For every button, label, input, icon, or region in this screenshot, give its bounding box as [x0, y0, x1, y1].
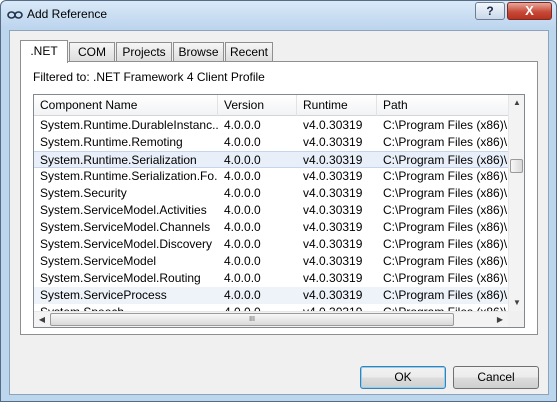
component-list[interactable]: Component Name Version Runtime Path Syst…: [33, 94, 525, 328]
cell-component-name: System.Runtime.Remoting: [40, 135, 183, 149]
table-row[interactable]: System.Runtime.Serialization.Fo... 4.0.0.…: [34, 168, 508, 185]
cell-version: 4.0.0.0: [224, 118, 261, 132]
cell-component-name: System.ServiceProcess: [40, 288, 167, 302]
scroll-right-arrow-icon[interactable]: ▶: [492, 312, 508, 328]
cell-component-name: System.ServiceModel: [40, 254, 157, 268]
column-header-runtime[interactable]: Runtime: [297, 95, 377, 116]
column-header-version[interactable]: Version: [218, 95, 297, 116]
column-header-component-name[interactable]: Component Name: [34, 95, 218, 116]
cell-path: C:\Program Files (x86)\: [383, 169, 507, 183]
cell-path: C:\Program Files (x86)\: [383, 118, 507, 132]
cell-runtime: v4.0.30319: [303, 135, 363, 149]
table-row[interactable]: System.Security 4.0.0.0 v4.0.30319 C:\Progr…: [34, 185, 508, 202]
table-row[interactable]: System.ServiceModel.Discovery 4.0.0.0 v4.0…: [34, 236, 508, 253]
cell-runtime: v4.0.30319: [303, 237, 363, 251]
reference-icon: [7, 11, 23, 19]
vertical-scroll-thumb[interactable]: [510, 159, 523, 173]
cell-path: C:\Program Files (x86)\: [383, 271, 507, 285]
cell-runtime: v4.0.30319: [303, 288, 363, 302]
table-row[interactable]: System.ServiceProcess 4.0.0.0 v4.0.30319 C:…: [34, 287, 508, 304]
title-bar[interactable]: Add Reference ? X: [1, 1, 556, 28]
cell-component-name: System.Security: [40, 186, 127, 200]
cell-version: 4.0.0.0: [224, 271, 261, 285]
cell-runtime: v4.0.30319: [303, 254, 363, 268]
close-button[interactable]: X: [507, 2, 552, 20]
list-rows: System.Runtime.DurableInstanc... 4.0.0.0 v…: [34, 117, 508, 313]
cancel-button[interactable]: Cancel: [453, 366, 539, 389]
table-row[interactable]: System.ServiceModel 4.0.0.0 v4.0.30319 C:\P…: [34, 253, 508, 270]
scrollbar-corner: [508, 311, 524, 327]
tab-panel-dotnet: Filtered to: .NET Framework 4 Client Pro…: [20, 61, 538, 335]
cell-path: C:\Program Files (x86)\: [383, 186, 507, 200]
cell-runtime: v4.0.30319: [303, 118, 363, 132]
cell-version: 4.0.0.0: [224, 237, 261, 251]
table-row[interactable]: System.Runtime.Serialization 4.0.0.0 v4.0.…: [34, 151, 508, 168]
tab-dotnet[interactable]: .NET: [20, 40, 68, 63]
cell-runtime: v4.0.30319: [303, 153, 363, 167]
dialog-client-area: .NET COM Projects Browse Recent Filtered…: [9, 30, 549, 395]
filter-label: Filtered to: .NET Framework 4 Client Pro…: [33, 70, 265, 84]
cell-version: 4.0.0.0: [224, 203, 261, 217]
tab-recent[interactable]: Recent: [225, 42, 273, 61]
cell-version: 4.0.0.0: [224, 135, 261, 149]
cell-path: C:\Program Files (x86)\: [383, 135, 507, 149]
scroll-down-arrow-icon[interactable]: ▼: [509, 295, 525, 311]
horizontal-scroll-thumb[interactable]: III: [50, 313, 454, 326]
help-button[interactable]: ?: [475, 2, 505, 20]
cell-version: 4.0.0.0: [224, 169, 261, 183]
cell-path: C:\Program Files (x86)\: [383, 254, 507, 268]
scroll-up-arrow-icon[interactable]: ▲: [509, 95, 525, 111]
cell-component-name: System.ServiceModel.Channels: [40, 220, 211, 234]
cell-version: 4.0.0.0: [224, 254, 261, 268]
cell-version: 4.0.0.0: [224, 220, 261, 234]
cell-version: 4.0.0.0: [224, 186, 261, 200]
scroll-left-arrow-icon[interactable]: ◀: [34, 312, 50, 328]
window-title: Add Reference: [27, 7, 108, 21]
cell-path: C:\Program Files (x86)\: [383, 153, 507, 167]
vertical-scrollbar[interactable]: ▲ ▼: [508, 95, 524, 311]
cell-runtime: v4.0.30319: [303, 271, 363, 285]
cell-component-name: System.ServiceModel.Activities: [40, 203, 207, 217]
cell-runtime: v4.0.30319: [303, 203, 363, 217]
table-row[interactable]: System.Runtime.DurableInstanc... 4.0.0.0 v…: [34, 117, 508, 134]
cell-path: C:\Program Files (x86)\: [383, 220, 507, 234]
table-row[interactable]: System.ServiceModel.Routing 4.0.0.0 v4.0.3…: [34, 270, 508, 287]
cell-component-name: System.Runtime.Serialization: [40, 153, 197, 167]
table-row[interactable]: System.ServiceModel.Activities 4.0.0.0 v4.…: [34, 202, 508, 219]
cell-path: C:\Program Files (x86)\: [383, 237, 507, 251]
cell-path: C:\Program Files (x86)\: [383, 288, 507, 302]
cell-runtime: v4.0.30319: [303, 186, 363, 200]
cell-runtime: v4.0.30319: [303, 220, 363, 234]
cell-version: 4.0.0.0: [224, 288, 261, 302]
tab-com[interactable]: COM: [69, 42, 115, 61]
horizontal-scrollbar[interactable]: ◀ III ▶: [34, 311, 508, 327]
cell-component-name: System.ServiceModel.Routing: [40, 271, 201, 285]
ok-button[interactable]: OK: [360, 366, 446, 389]
column-header-path[interactable]: Path: [377, 95, 508, 116]
table-row[interactable]: System.Runtime.Remoting 4.0.0.0 v4.0.30319…: [34, 134, 508, 151]
add-reference-dialog: Add Reference ? X .NET COM Projects Brow…: [0, 0, 557, 402]
cell-component-name: System.Runtime.Serialization.Fo...: [40, 169, 218, 183]
cell-runtime: v4.0.30319: [303, 169, 363, 183]
cell-path: C:\Program Files (x86)\: [383, 203, 507, 217]
cell-version: 4.0.0.0: [224, 153, 261, 167]
cell-component-name: System.Runtime.DurableInstanc...: [40, 118, 218, 132]
table-row[interactable]: System.ServiceModel.Channels 4.0.0.0 v4.0.…: [34, 219, 508, 236]
tab-projects[interactable]: Projects: [116, 42, 172, 61]
list-header: Component Name Version Runtime Path: [34, 95, 508, 116]
cell-component-name: System.ServiceModel.Discovery: [40, 237, 213, 251]
tab-browse[interactable]: Browse: [173, 42, 224, 61]
